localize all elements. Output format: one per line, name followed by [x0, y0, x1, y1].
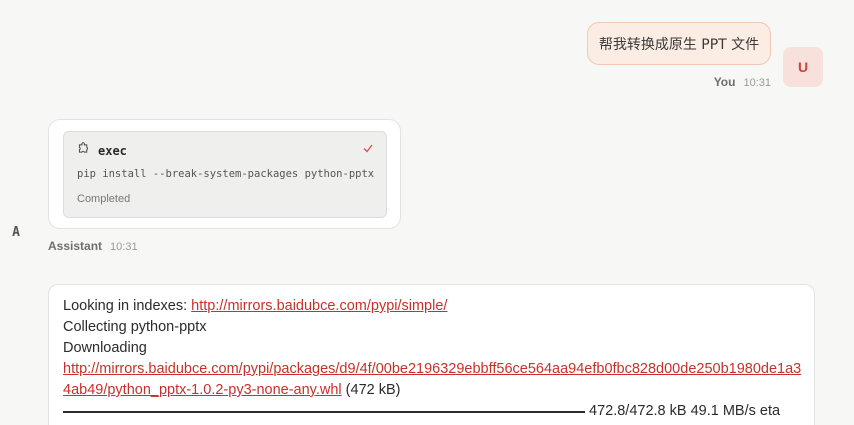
user-avatar: U	[783, 47, 823, 87]
log-indexes-label: Looking in indexes:	[63, 298, 192, 314]
tool-call-command: pip install --break-system-packages pyth…	[77, 168, 375, 180]
index-url-link[interactable]: http://mirrors.baidubce.com/pypi/simple/	[191, 298, 447, 314]
puzzle-icon	[77, 142, 90, 160]
user-message-text: 帮我转换成原生 PPT 文件	[598, 36, 760, 53]
tool-call-card: exec pip install --break-system-packages…	[48, 119, 401, 229]
assistant-timestamp: 10:31	[110, 241, 138, 253]
log-line-collecting: Collecting python-pptx	[63, 319, 207, 335]
assistant-message-meta: Assistant 10:31	[48, 239, 138, 253]
log-output-body: Looking in indexes: http://mirrors.baidu…	[63, 296, 803, 422]
tool-call-title: exec	[98, 144, 127, 158]
log-line-download-url: http://mirrors.baidubce.com/pypi/package…	[63, 359, 803, 401]
tool-call-status: Completed	[77, 193, 131, 205]
user-message-meta: You 10:31	[714, 75, 771, 89]
user-avatar-letter: U	[797, 59, 809, 75]
log-line-downloading: Downloading	[63, 340, 147, 356]
log-line-indexes: Looking in indexes: http://mirrors.baidu…	[63, 296, 803, 317]
tool-call-panel[interactable]: exec pip install --break-system-packages…	[63, 131, 387, 218]
check-icon	[363, 142, 373, 156]
tool-call-header: exec	[77, 142, 127, 160]
assistant-author: Assistant	[48, 239, 103, 253]
download-size: (472 kB)	[341, 382, 401, 398]
progress-text: 472.8/472.8 kB 49.1 MB/s eta	[589, 403, 781, 419]
download-progress: 472.8/472.8 kB 49.1 MB/s eta	[63, 401, 803, 422]
progress-bar	[63, 410, 585, 413]
assistant-avatar: A	[0, 212, 32, 252]
log-output-card: Looking in indexes: http://mirrors.baidu…	[48, 284, 815, 425]
package-download-link[interactable]: http://mirrors.baidubce.com/pypi/package…	[63, 361, 801, 398]
user-timestamp: 10:31	[743, 77, 771, 89]
assistant-avatar-letter: A	[12, 224, 20, 240]
user-author: You	[713, 75, 736, 89]
user-message-bubble: 帮我转换成原生 PPT 文件	[587, 22, 771, 65]
